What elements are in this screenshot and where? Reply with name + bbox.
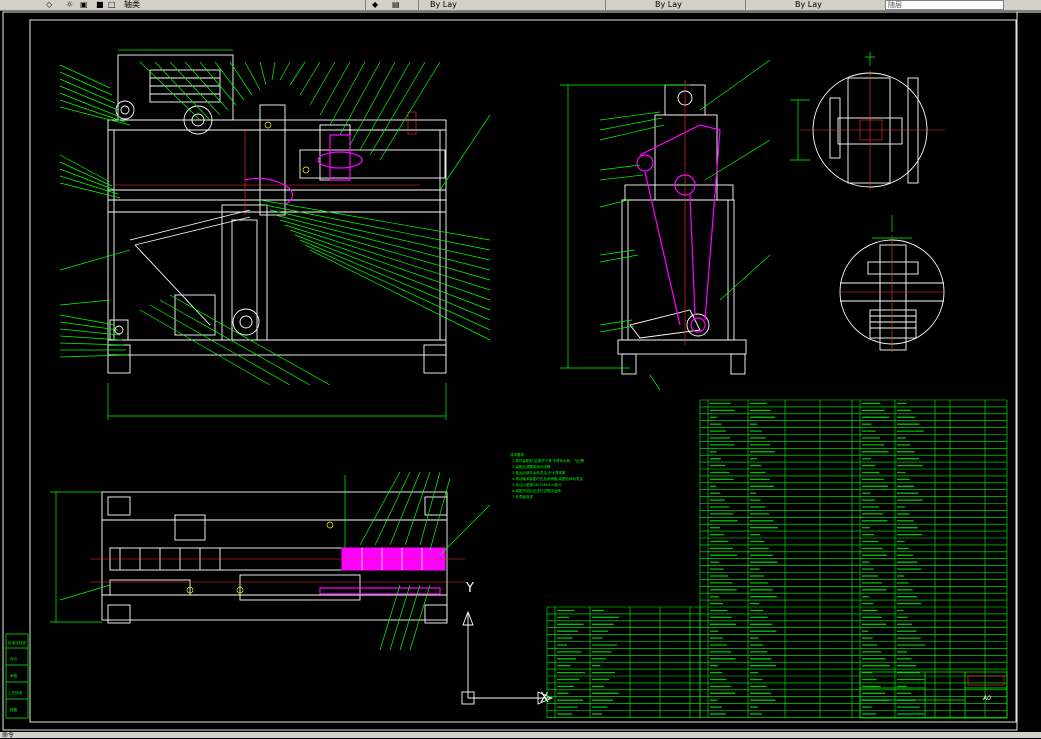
status-bar: 命令 bbox=[0, 732, 1041, 739]
side-label-3: 审核 bbox=[10, 673, 18, 678]
lineweight-control[interactable]: By Lay bbox=[795, 0, 822, 10]
technical-notes: 技术要求 1.零件装配前,应清洗干净,不得有毛刺、飞边等 2.装配后调整各部分间… bbox=[510, 452, 585, 499]
inner-frame bbox=[29, 19, 1017, 723]
linetype-control[interactable]: By Lay bbox=[655, 0, 682, 10]
layer-name[interactable]: 轴类 bbox=[124, 0, 140, 10]
drawing-canvas[interactable]: 技术要求 1.零件装配前,应清洗干净,不得有毛刺、飞边等 2.装配后调整各部分间… bbox=[0, 11, 1041, 732]
layer-previous-icon[interactable]: ▤ bbox=[392, 0, 400, 10]
freeze-icon[interactable]: □ bbox=[108, 0, 116, 10]
svg-text:1.零件装配前,应清洗干净,不得有毛刺、飞边等: 1.零件装配前,应清洗干净,不得有毛刺、飞边等 bbox=[512, 458, 585, 463]
make-current-icon[interactable]: ◆ bbox=[372, 0, 378, 10]
svg-text:5.未注公差按GB/T1804-m执行: 5.未注公差按GB/T1804-m执行 bbox=[512, 482, 562, 487]
side-label-4: 工艺检查 bbox=[8, 690, 23, 695]
separator bbox=[605, 0, 606, 10]
plan-view-highlights bbox=[90, 521, 465, 595]
leaders-front bbox=[59, 61, 491, 386]
detail-circle-1 bbox=[790, 52, 945, 190]
side-view-highlights bbox=[636, 80, 721, 345]
svg-text:3.各运动部件运转灵活,无卡滞现象: 3.各运动部件运转灵活,无卡滞现象 bbox=[512, 470, 566, 475]
side-label-5: 描图 bbox=[10, 707, 18, 712]
layer-icon[interactable]: ◇ bbox=[46, 0, 52, 10]
svg-text:6.装配完成后应进行空载试运转: 6.装配完成后应进行空载试运转 bbox=[512, 488, 561, 493]
svg-text:7.外表面涂漆: 7.外表面涂漆 bbox=[512, 494, 533, 499]
y-axis-label: Y bbox=[465, 581, 474, 596]
svg-text:技术要求: 技术要求 bbox=[510, 452, 524, 457]
cad-drawing: 技术要求 1.零件装配前,应清洗干净,不得有毛刺、飞边等 2.装配后调整各部分间… bbox=[2, 11, 1041, 731]
svg-text:4.滚动轴承装配时应加润滑脂,装配后转动灵活: 4.滚动轴承装配时应加润滑脂,装配后转动灵活 bbox=[512, 476, 583, 481]
lock-icon[interactable]: ▣ bbox=[80, 0, 88, 10]
plotstyle-field[interactable]: 随层 bbox=[885, 0, 1004, 10]
color-control[interactable]: By Lay bbox=[430, 0, 457, 10]
parts-list-table bbox=[546, 399, 1008, 718]
separator bbox=[418, 0, 419, 10]
sheet-size: A0 bbox=[982, 695, 991, 702]
detail-circle-2 bbox=[839, 215, 945, 352]
color-icon[interactable]: ■ bbox=[96, 0, 104, 10]
layer-state-icon[interactable]: ☼ bbox=[66, 0, 73, 10]
side-view bbox=[560, 84, 747, 375]
svg-text:2.装配后调整各部分间隙: 2.装配后调整各部分间隙 bbox=[512, 464, 551, 469]
separator bbox=[365, 0, 366, 10]
toolbar: ◇ ☼ ▣ ■ □ 轴类 ◆ ▤ By Lay By Lay By Lay 随层 bbox=[0, 0, 1041, 11]
side-label-1: 标准化检查 bbox=[8, 640, 26, 645]
front-view bbox=[107, 49, 447, 420]
ucs-icon bbox=[461, 610, 554, 705]
separator bbox=[745, 0, 746, 10]
side-label-2: 设计 bbox=[10, 656, 18, 661]
